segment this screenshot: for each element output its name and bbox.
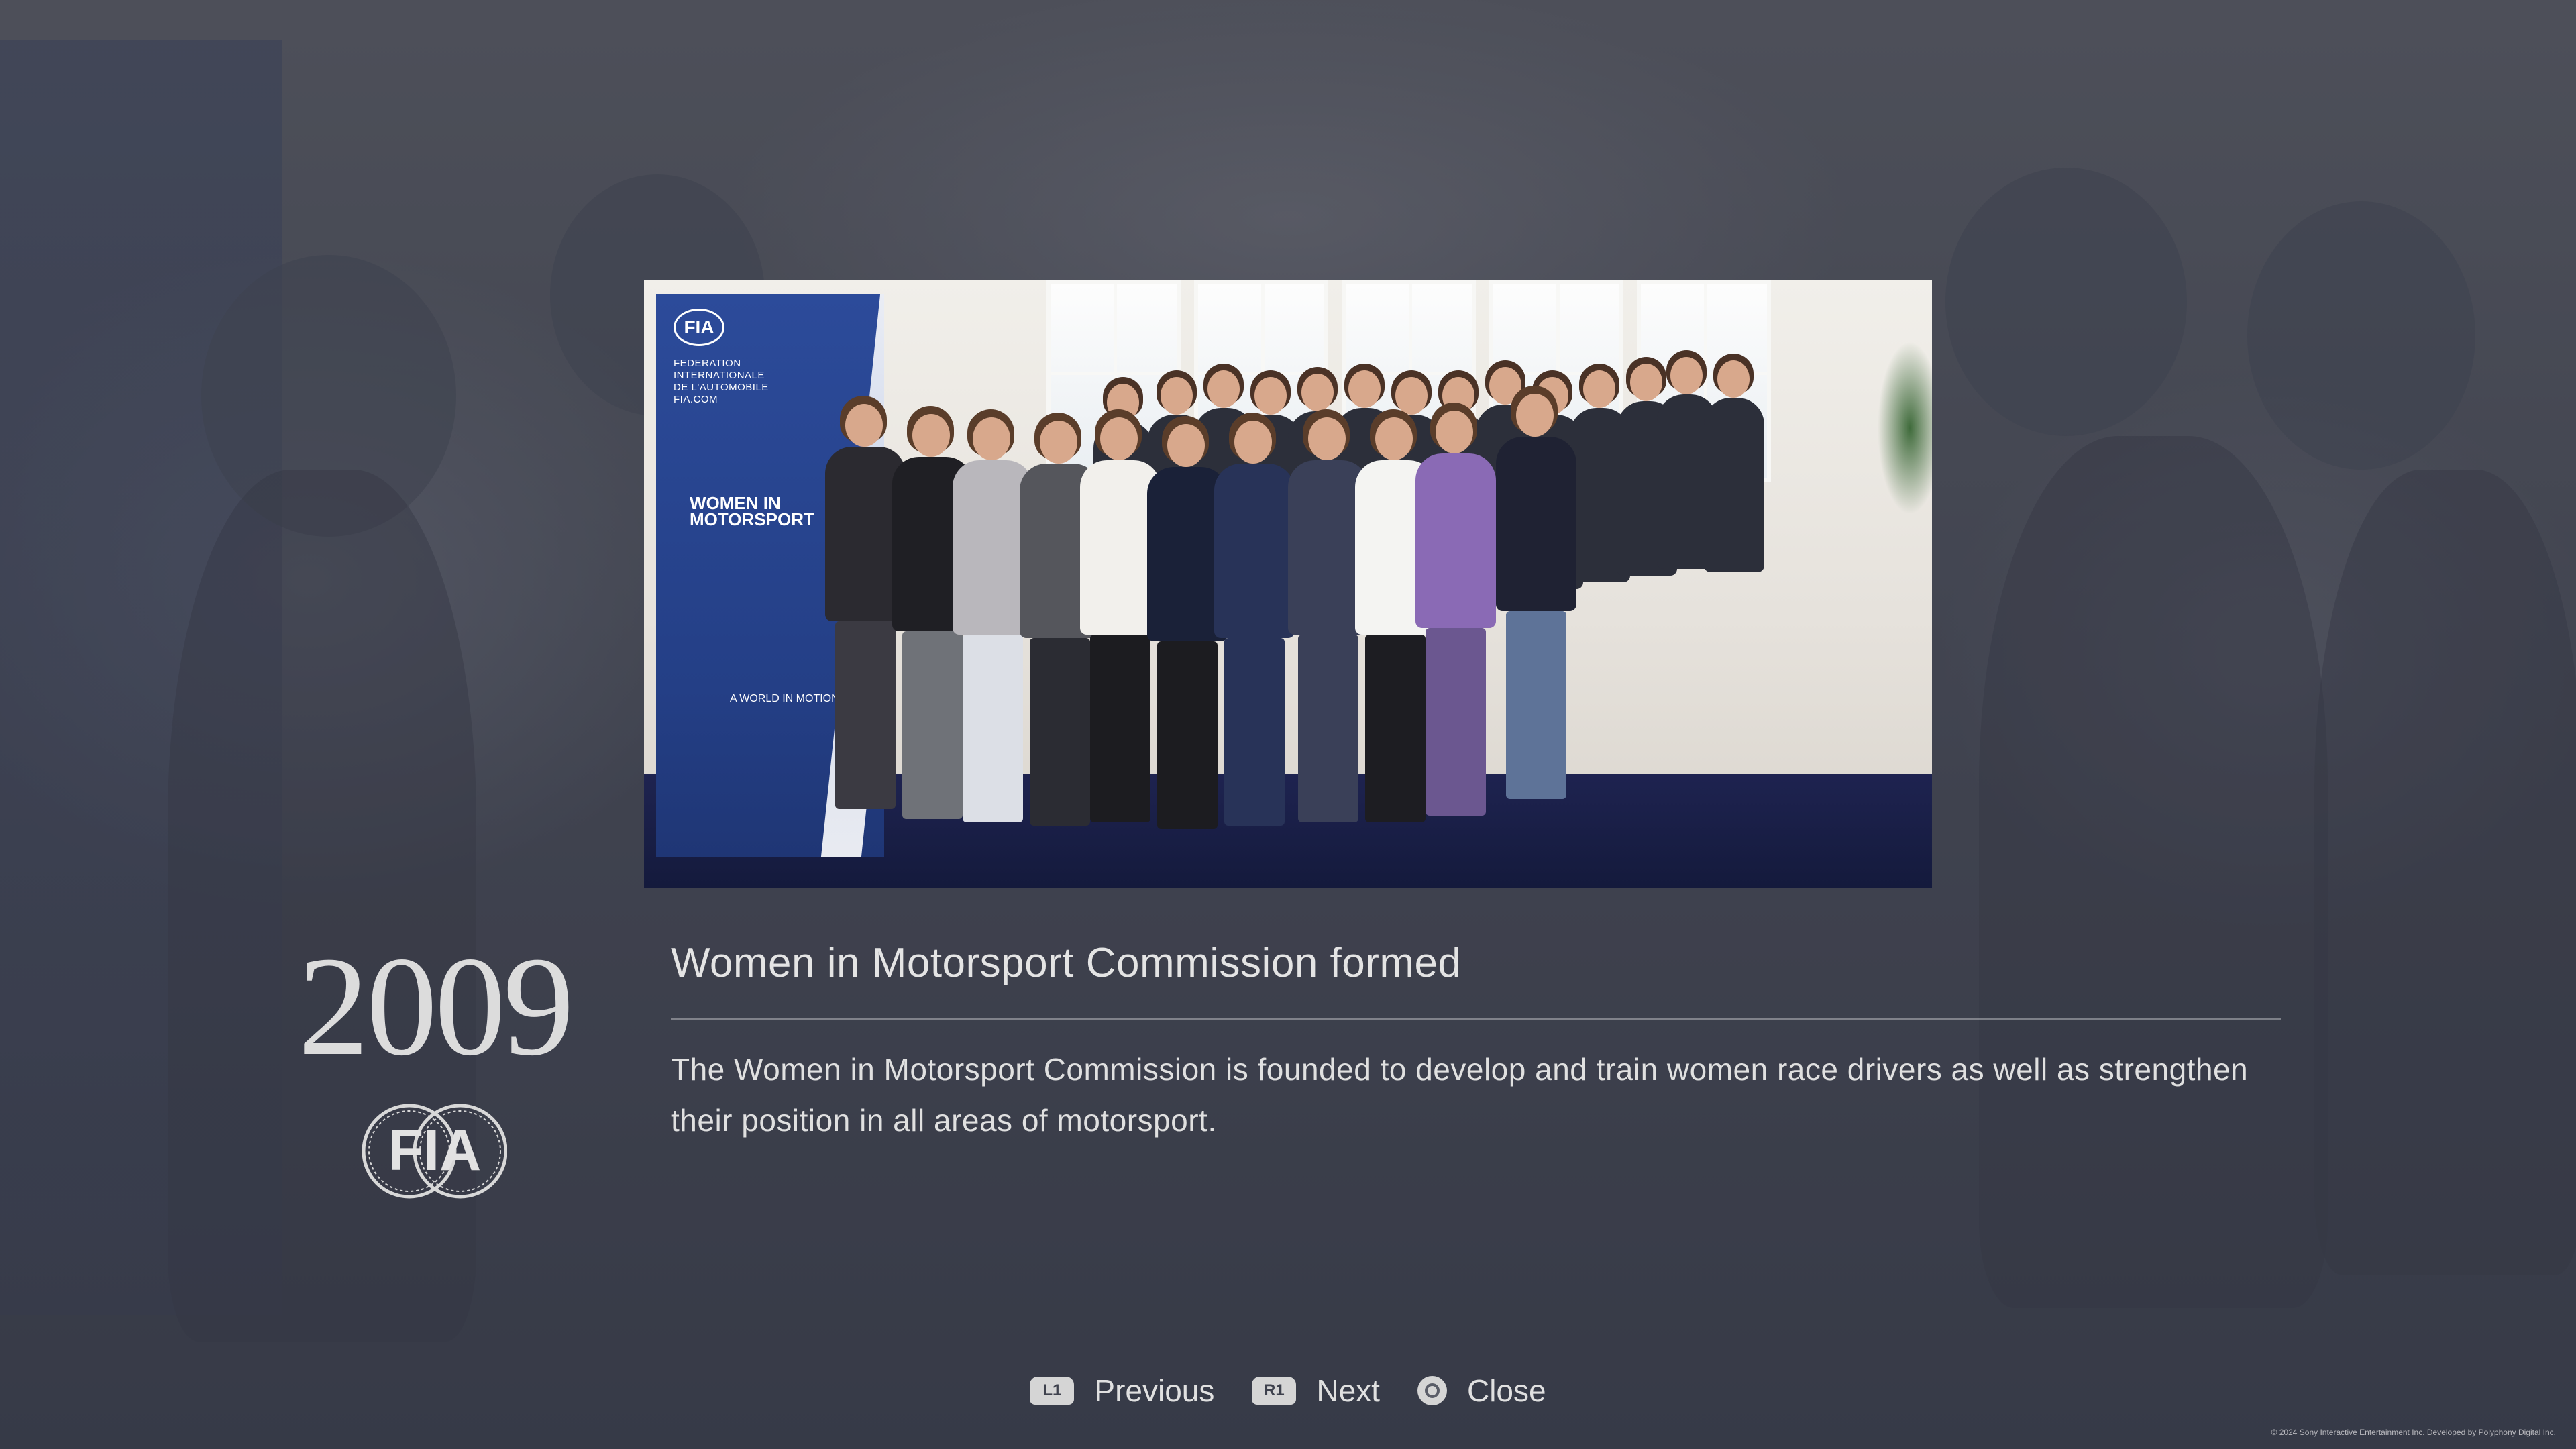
previous-label: Previous bbox=[1094, 1373, 1215, 1408]
event-photo: FIA FEDERATION INTERNATIONALE DE L'AUTOM… bbox=[644, 280, 1932, 888]
title-divider bbox=[671, 1018, 2281, 1020]
svg-text:FIA: FIA bbox=[388, 1118, 482, 1183]
next-label: Next bbox=[1316, 1373, 1380, 1408]
event-year: 2009 bbox=[298, 927, 574, 1085]
banner-org-text: FEDERATION INTERNATIONALE DE L'AUTOMOBIL… bbox=[674, 358, 769, 405]
fia-logo-icon: FIA bbox=[362, 1104, 507, 1199]
close-button[interactable]: Close bbox=[1417, 1373, 1546, 1409]
copyright-text: © 2024 Sony Interactive Entertainment In… bbox=[2271, 1428, 2556, 1437]
event-description: The Women in Motorsport Commission is fo… bbox=[671, 1052, 2249, 1138]
event-title: Women in Motorsport Commission formed bbox=[671, 940, 1462, 986]
r1-button-icon: R1 bbox=[1252, 1377, 1297, 1405]
photo-plant bbox=[1858, 294, 1932, 629]
l1-button-icon: L1 bbox=[1030, 1377, 1075, 1405]
next-button[interactable]: R1 Next bbox=[1252, 1373, 1380, 1409]
previous-button[interactable]: L1 Previous bbox=[1030, 1373, 1214, 1409]
close-label: Close bbox=[1466, 1373, 1546, 1408]
circle-button-icon bbox=[1417, 1376, 1447, 1405]
banner-logo: FIA bbox=[674, 309, 724, 346]
controller-hints: L1 Previous R1 Next Close bbox=[0, 1373, 2576, 1409]
banner-tagline: A WORLD IN MOTION bbox=[730, 693, 839, 704]
